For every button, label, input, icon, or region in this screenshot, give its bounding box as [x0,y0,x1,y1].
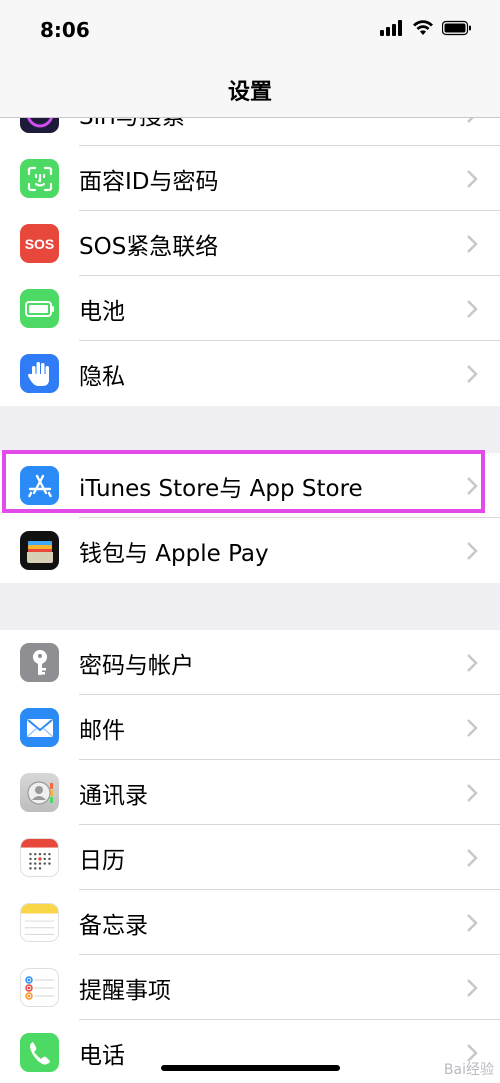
chevron-right-icon [467,169,478,188]
mail-icon [20,708,59,747]
row-label: 提醒事项 [79,977,171,1004]
row-label: 电话 [79,1042,125,1069]
page-title: 设置 [227,80,272,105]
settings-row-mail[interactable]: 邮件 [0,695,500,760]
face-id-icon [20,159,59,198]
settings-row-itunes-app-store[interactable]: iTunes Store与 App Store [0,453,500,518]
settings-row-calendar[interactable]: 日历 [0,825,500,890]
row-label: 通讯录 [79,782,148,809]
settings-group-2: iTunes Store与 App Store 钱包与 Apple Pay [0,453,500,583]
settings-row-wallet[interactable]: 钱包与 Apple Pay [0,518,500,583]
settings-row-contacts[interactable]: 通讯录 [0,760,500,825]
chevron-right-icon [467,364,478,383]
battery-icon [442,20,471,36]
notes-icon [20,903,59,942]
chevron-right-icon [467,299,478,318]
settings-row-face-id[interactable]: 面容ID与密码 [0,146,500,211]
key-icon [20,643,59,682]
row-label: 钱包与 Apple Pay [79,540,269,567]
chevron-right-icon [467,913,478,932]
row-label: 面容ID与密码 [79,168,219,195]
chevron-right-icon [467,234,478,253]
wallet-icon [20,531,59,570]
reminders-icon [20,968,59,1007]
chevron-right-icon [467,476,478,495]
chevron-right-icon [467,541,478,560]
settings-row-phone[interactable]: 电话 [0,1020,500,1083]
chevron-right-icon [467,118,474,123]
row-label: 电池 [79,298,125,325]
contacts-icon [20,773,59,812]
chevron-right-icon [467,783,478,802]
row-label: 备忘录 [79,912,148,939]
settings-list: Siri与搜索 面容ID与密码 SOS SOS紧急联络 [0,118,500,1083]
wifi-icon [413,20,433,35]
row-label: 隐私 [79,363,125,390]
status-icons [380,20,472,36]
settings-group-1: Siri与搜索 面容ID与密码 SOS SOS紧急联络 [0,118,500,406]
chevron-right-icon [467,978,478,997]
status-bar: 8:06 [0,0,500,62]
home-indicator[interactable] [161,1065,340,1071]
settings-row-battery[interactable]: 电池 [0,276,500,341]
row-label: 邮件 [79,717,125,744]
battery-app-icon [20,289,59,328]
status-time: 8:06 [40,18,90,42]
cellular-signal-icon [380,20,402,36]
row-label: 密码与帐户 [79,652,194,679]
hand-icon [20,354,59,393]
app-store-icon [20,466,59,505]
row-label: SOS紧急联络 [79,233,219,260]
watermark: Bai经验 [443,1062,494,1078]
settings-row-siri[interactable]: Siri与搜索 [0,118,500,146]
row-label: Siri与搜索 [79,118,185,131]
settings-row-passwords-accounts[interactable]: 密码与帐户 [0,630,500,695]
sos-icon: SOS [20,224,59,263]
calendar-icon [20,838,59,877]
row-label: 日历 [79,847,125,874]
siri-icon [20,118,59,133]
nav-bar: 设置 [0,62,500,118]
chevron-right-icon [467,653,478,672]
phone-icon [20,1033,59,1072]
chevron-right-icon [467,848,478,867]
settings-row-privacy[interactable]: 隐私 [0,341,500,406]
settings-row-reminders[interactable]: 提醒事项 [0,955,500,1020]
row-label: iTunes Store与 App Store [79,475,363,502]
chevron-right-icon [467,718,478,737]
settings-group-3: 密码与帐户 邮件 通讯录 日历 备忘录 提醒事项 电话 [0,630,500,1083]
settings-row-notes[interactable]: 备忘录 [0,890,500,955]
settings-row-sos[interactable]: SOS SOS紧急联络 [0,211,500,276]
